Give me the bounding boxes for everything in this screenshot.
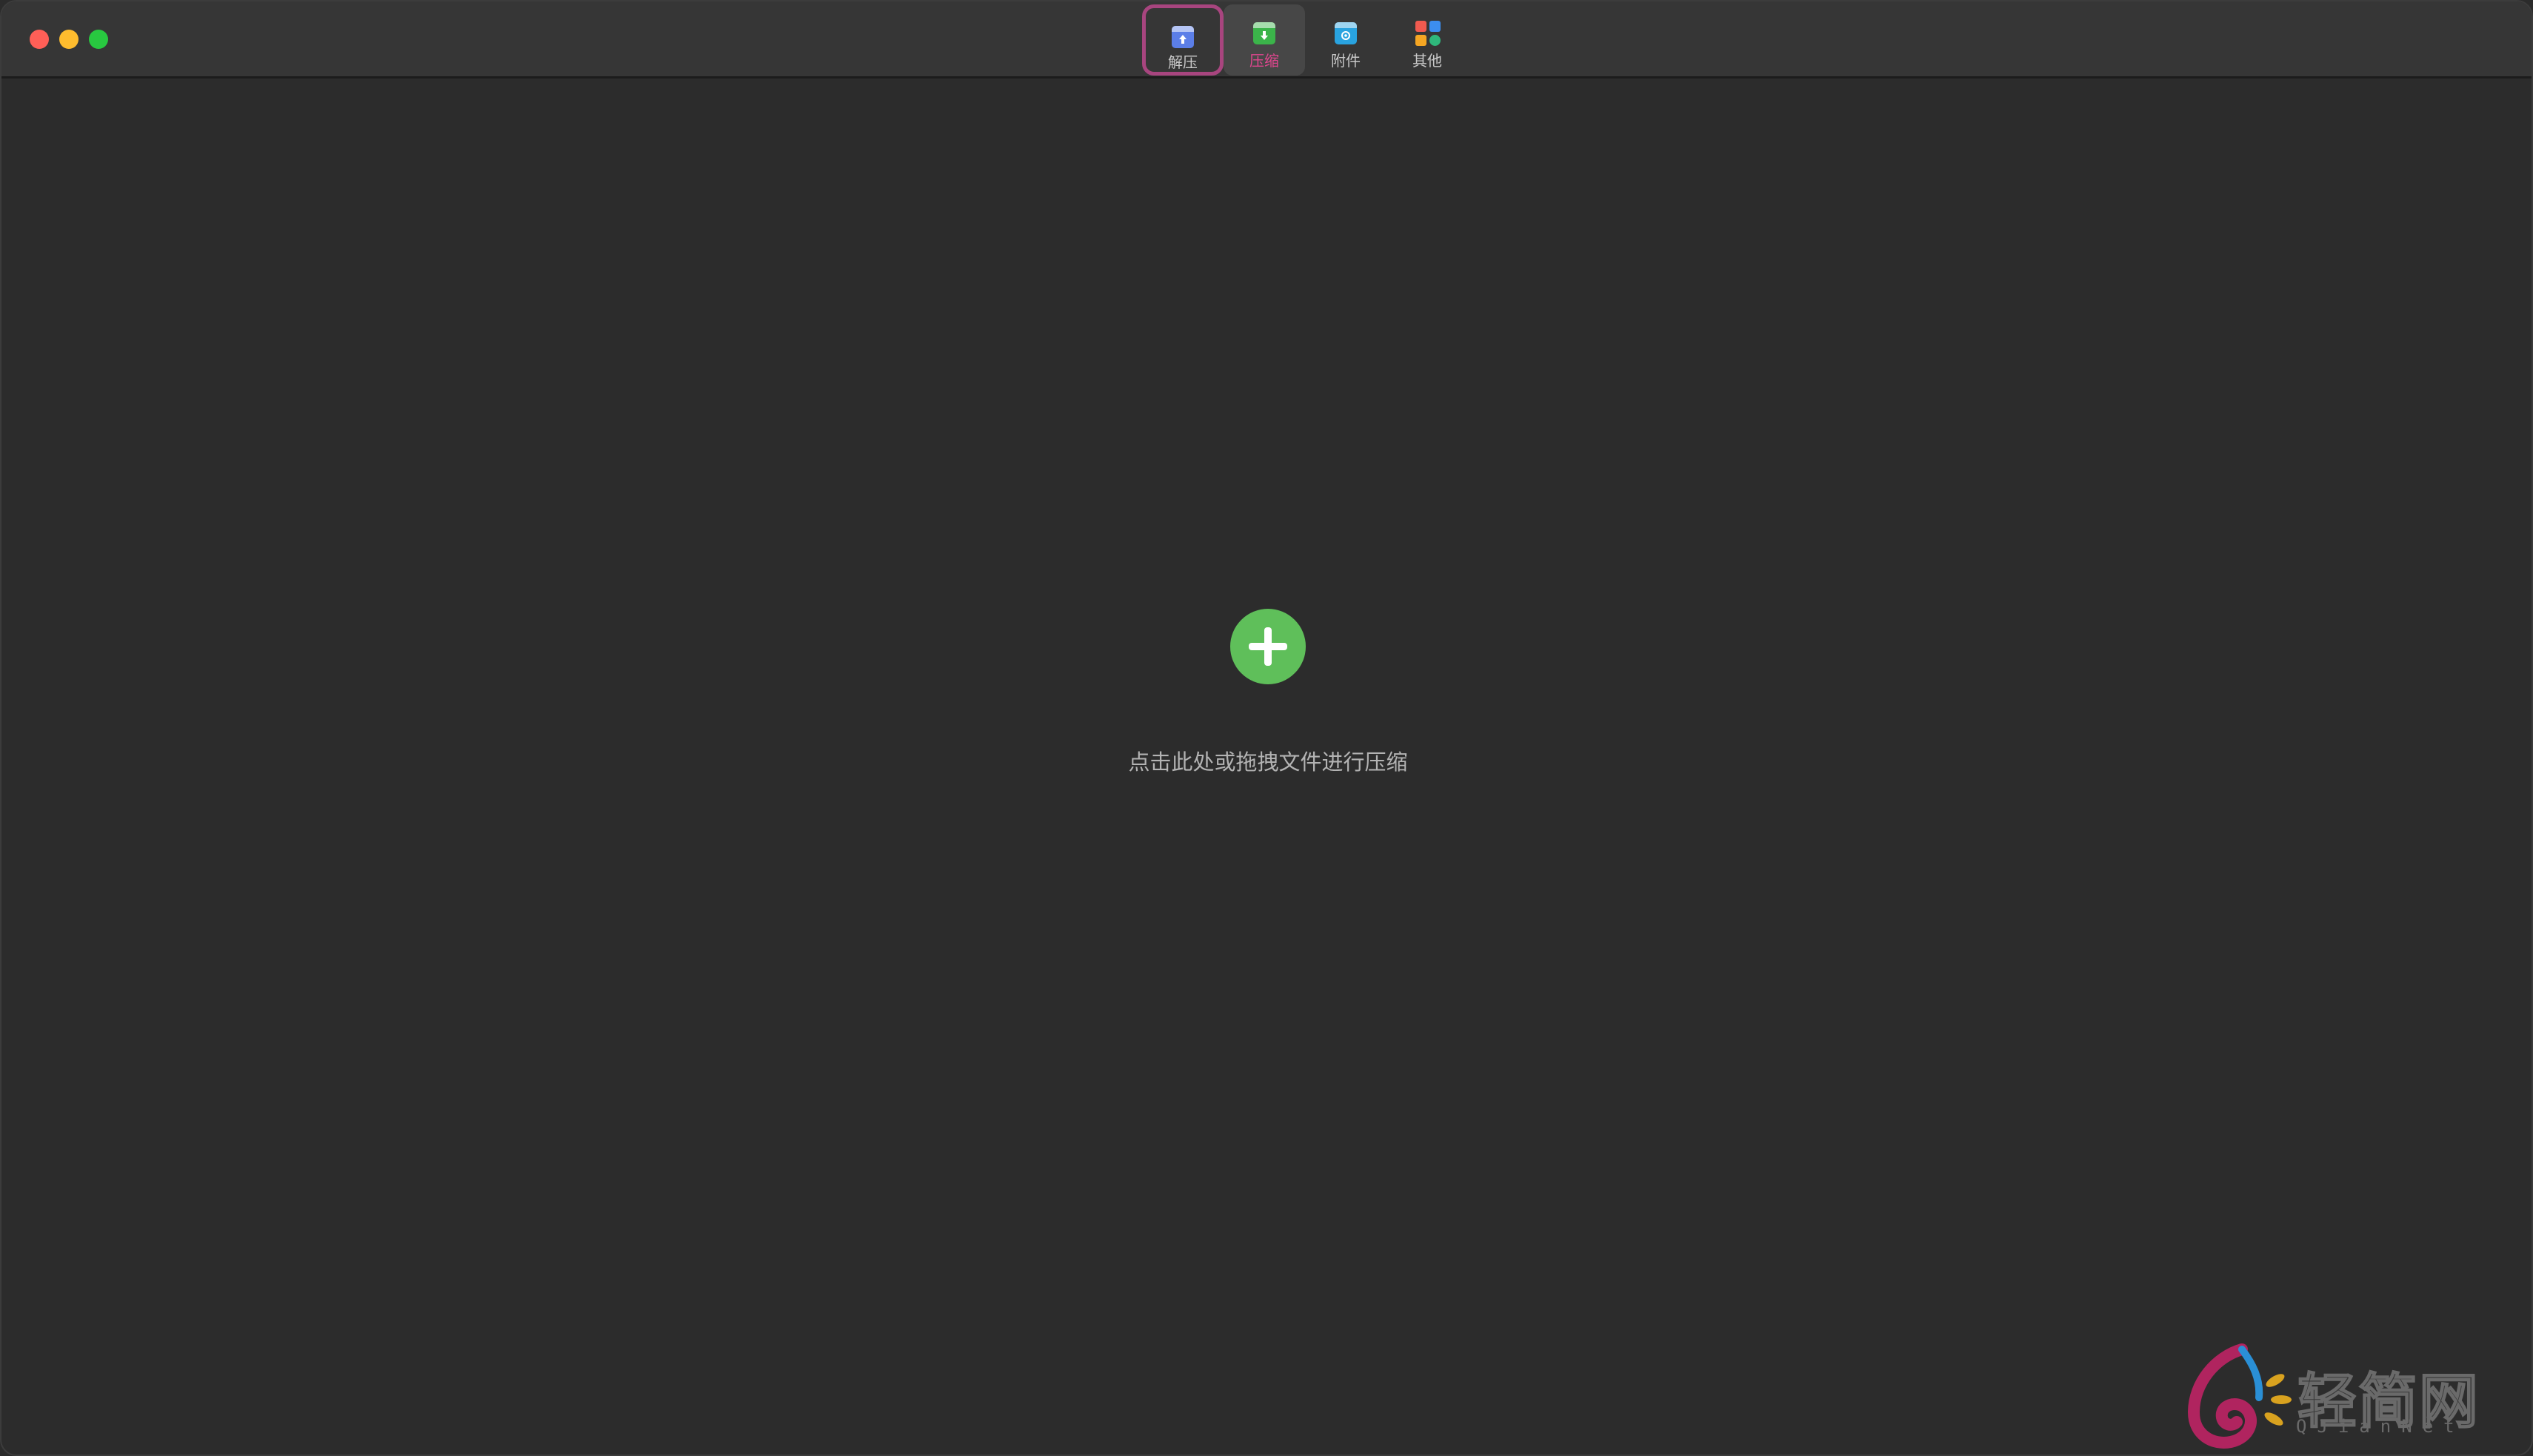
tab-extract[interactable]: 解压 bbox=[1142, 4, 1224, 76]
tab-attachment-label: 附件 bbox=[1331, 52, 1361, 70]
tab-other-label: 其他 bbox=[1412, 52, 1442, 70]
attachment-box-icon bbox=[1332, 19, 1359, 46]
drop-hint-text[interactable]: 点击此处或拖拽文件进行压缩 bbox=[972, 745, 1564, 776]
maximize-window-button[interactable] bbox=[89, 30, 108, 49]
archive-extract-icon bbox=[1169, 23, 1196, 48]
watermark-swirl-icon bbox=[2187, 1343, 2292, 1449]
title-bar: 解压 压缩 附件 其他 bbox=[1, 1, 2532, 79]
tab-extract-label: 解压 bbox=[1168, 53, 1198, 71]
minimize-window-button[interactable] bbox=[59, 30, 79, 49]
app-window: 解压 压缩 附件 其他 点击此处或拖拽文件进行压缩 轻简网 QJianNet bbox=[0, 0, 2533, 1456]
archive-compress-icon bbox=[1251, 19, 1278, 46]
drop-zone[interactable]: 点击此处或拖拽文件进行压缩 bbox=[1, 79, 2532, 1455]
close-window-button[interactable] bbox=[30, 30, 49, 49]
add-file-button[interactable] bbox=[1230, 609, 1306, 684]
toolbar: 解压 压缩 附件 其他 bbox=[1142, 4, 1468, 76]
tab-compress-label: 压缩 bbox=[1249, 52, 1279, 70]
watermark-subtext: QJianNet bbox=[2296, 1416, 2465, 1437]
apps-grid-icon bbox=[1414, 19, 1441, 46]
watermark-logo: 轻简网 QJianNet bbox=[2172, 1342, 2497, 1453]
tab-attachment[interactable]: 附件 bbox=[1305, 4, 1386, 76]
tab-other[interactable]: 其他 bbox=[1386, 4, 1468, 76]
tab-compress[interactable]: 压缩 bbox=[1224, 4, 1305, 76]
